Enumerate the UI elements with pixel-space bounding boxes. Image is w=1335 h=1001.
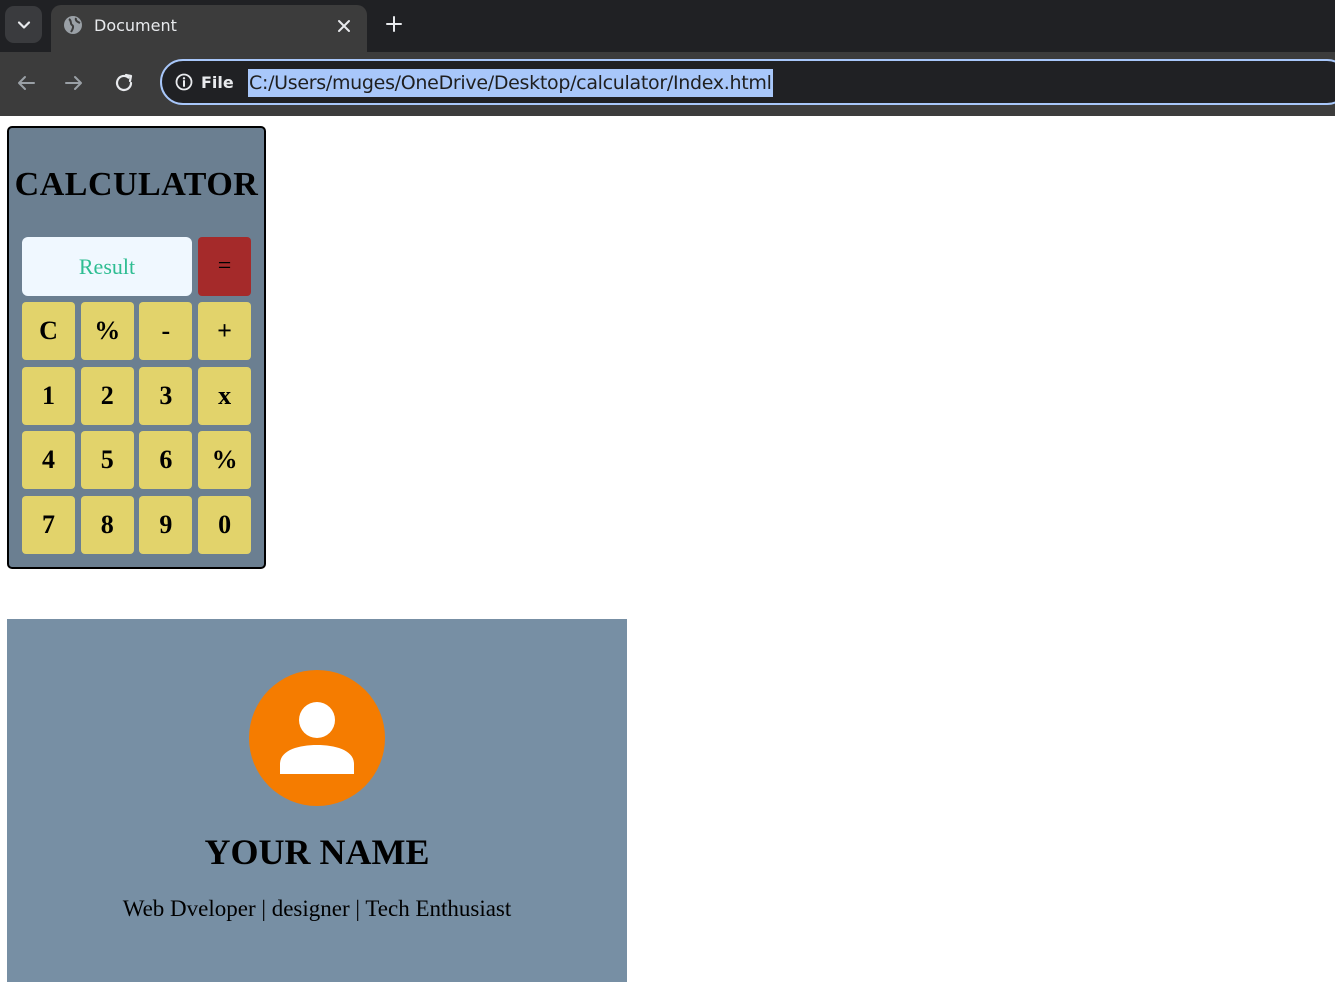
- key-7-button[interactable]: 7: [22, 495, 75, 554]
- result-display[interactable]: Result: [22, 237, 192, 296]
- key-0-button[interactable]: 0: [198, 495, 252, 554]
- scheme-label: File: [201, 73, 234, 92]
- key-clear-button[interactable]: C: [22, 302, 75, 360]
- profile-name: YOUR NAME: [204, 832, 430, 872]
- url-text[interactable]: C:/Users/muges/OneDrive/Desktop/calculat…: [248, 69, 773, 97]
- plus-icon[interactable]: [384, 14, 404, 34]
- equals-button[interactable]: =: [198, 237, 251, 296]
- key-percent-2-button[interactable]: %: [198, 431, 252, 489]
- key-8-button[interactable]: 8: [80, 495, 134, 554]
- key-5-button[interactable]: 5: [80, 431, 134, 489]
- key-multiply-button[interactable]: x: [198, 366, 252, 425]
- back-arrow-icon[interactable]: [14, 71, 38, 95]
- key-1-button[interactable]: 1: [22, 366, 75, 425]
- browser-toolbar: File C:/Users/muges/OneDrive/Desktop/cal…: [0, 52, 1335, 116]
- key-2-button[interactable]: 2: [80, 366, 134, 425]
- profile-card: YOUR NAME Web Dveloper | designer | Tech…: [7, 619, 627, 982]
- key-9-button[interactable]: 9: [139, 495, 193, 554]
- reload-icon[interactable]: [112, 71, 136, 95]
- tab-search-button[interactable]: [5, 6, 42, 43]
- calculator-title: CALCULATOR: [14, 166, 259, 203]
- chevron-down-icon: [17, 20, 30, 29]
- tab-title: Document: [94, 16, 177, 35]
- key-minus-button[interactable]: -: [139, 302, 193, 360]
- globe-icon: [64, 16, 82, 34]
- address-bar[interactable]: File C:/Users/muges/OneDrive/Desktop/cal…: [160, 59, 1335, 105]
- profile-tagline: Web Dveloper | designer | Tech Enthusias…: [122, 896, 512, 921]
- info-icon[interactable]: [175, 73, 193, 91]
- key-3-button[interactable]: 3: [139, 366, 193, 425]
- key-plus-button[interactable]: +: [198, 302, 252, 360]
- person-icon: [280, 702, 354, 774]
- key-4-button[interactable]: 4: [22, 431, 75, 489]
- calculator: CALCULATOR Result = C% - +1 2 3 x 4 5 6% 7 8 9 0: [7, 126, 266, 569]
- forward-arrow-icon[interactable]: [62, 71, 86, 95]
- close-icon[interactable]: [335, 17, 353, 35]
- key-6-button[interactable]: 6: [139, 431, 193, 489]
- key-percent-button[interactable]: %: [80, 302, 134, 360]
- tab-strip: Document: [0, 0, 1335, 52]
- browser-tab[interactable]: Document: [51, 5, 367, 52]
- avatar: [249, 670, 385, 806]
